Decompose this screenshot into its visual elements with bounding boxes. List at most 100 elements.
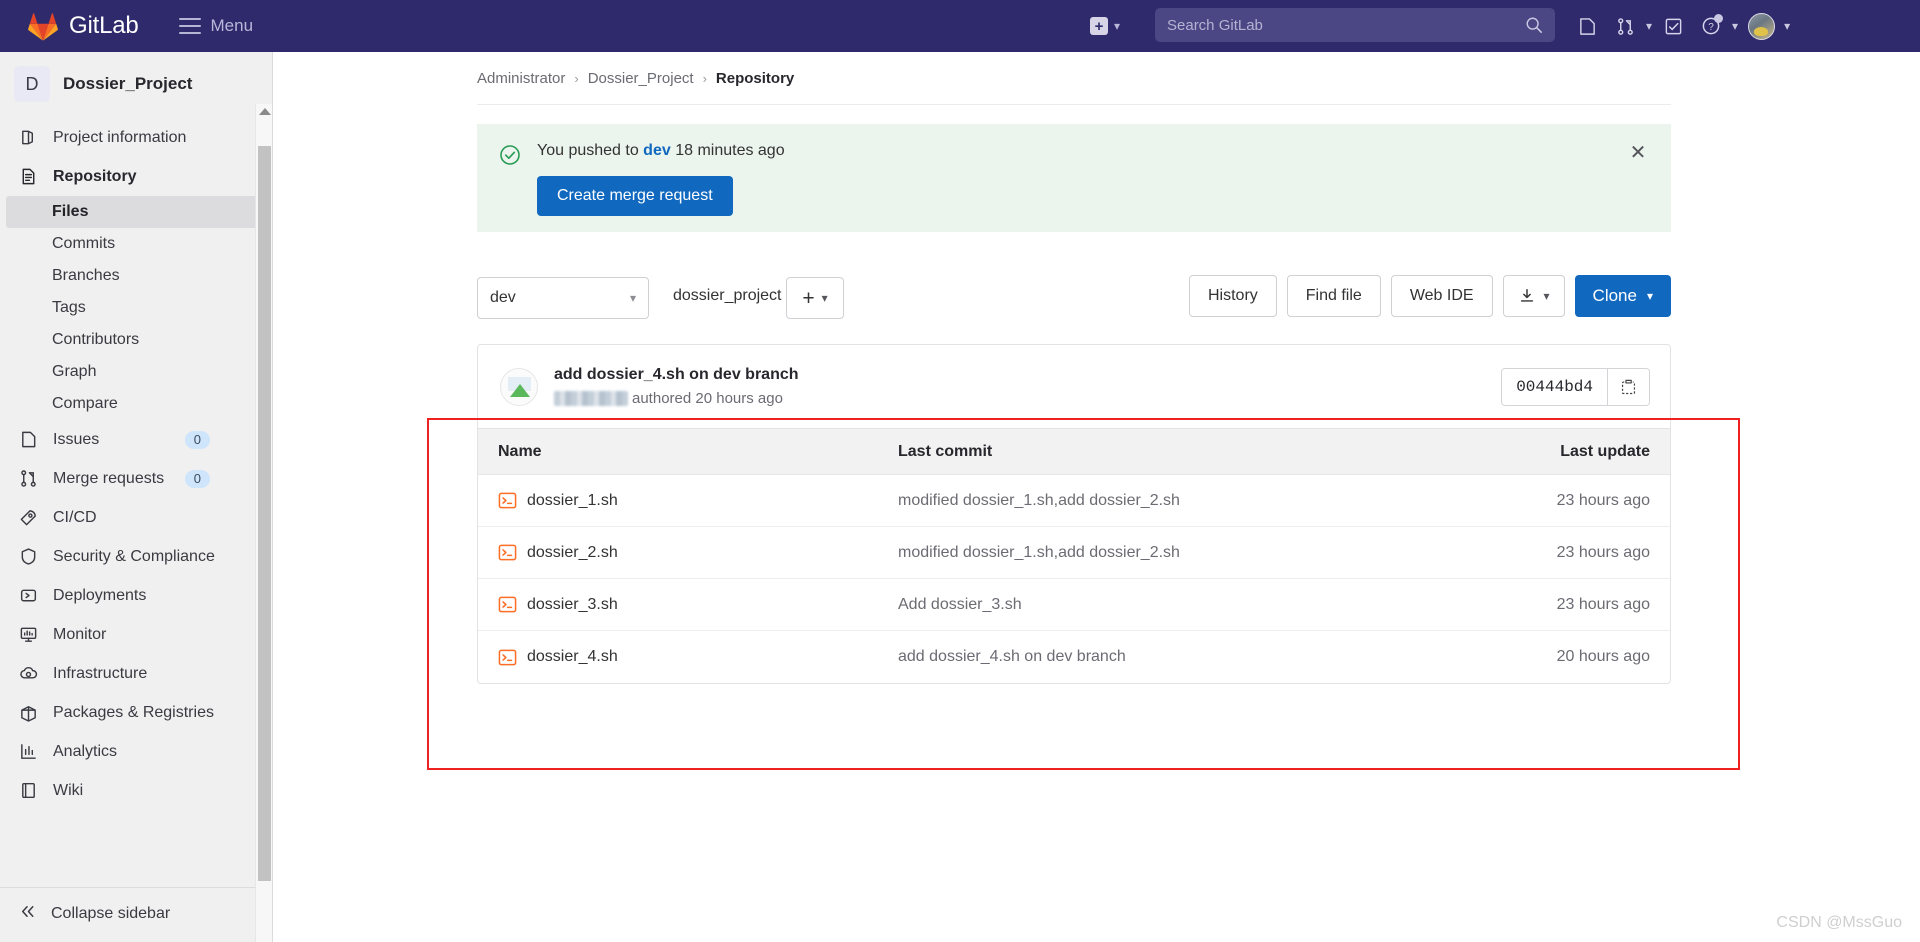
sidebar-item-label: Deployments: [53, 586, 147, 604]
file-last-update: 20 hours ago: [1556, 648, 1650, 665]
table-row[interactable]: dossier_2.sh modified dossier_1.sh,add d…: [478, 527, 1670, 579]
merge-requests-chevron-icon[interactable]: ▾: [1646, 19, 1652, 33]
topnav-actions: ▾ ? ▾ ▾: [1570, 9, 1790, 43]
file-last-commit[interactable]: Add dossier_3.sh: [898, 596, 1450, 614]
clone-label: Clone: [1592, 286, 1637, 305]
merge-requests-icon[interactable]: [1608, 9, 1642, 43]
todos-icon[interactable]: [1656, 9, 1690, 43]
last-commit-card: add dossier_4.sh on dev branch authored …: [477, 344, 1671, 429]
file-name[interactable]: dossier_2.sh: [527, 544, 618, 562]
shield-icon: [18, 546, 39, 567]
repository-toolbar: dev ▾ dossier_project/ + ▾ History Find …: [477, 275, 1671, 325]
search-box[interactable]: [1155, 8, 1555, 42]
sidebar-item-merge-requests[interactable]: Merge requests 0: [0, 459, 272, 498]
sidebar-item-compare[interactable]: Compare: [0, 388, 272, 420]
sidebar-item-label: Issues: [53, 430, 100, 448]
sidebar-item-wiki[interactable]: Wiki: [0, 771, 272, 810]
sidebar-item-deployments[interactable]: Deployments: [0, 576, 272, 615]
sidebar-item-label: Wiki: [53, 781, 84, 799]
file-last-commit[interactable]: modified dossier_1.sh,add dossier_2.sh: [898, 544, 1450, 562]
table-row[interactable]: dossier_4.sh add dossier_4.sh on dev bra…: [478, 631, 1670, 683]
push-alert-text: You pushed to dev 18 minutes ago: [537, 142, 785, 160]
sidebar-item-graph[interactable]: Graph: [0, 356, 272, 388]
history-button[interactable]: History: [1189, 275, 1277, 317]
copy-icon[interactable]: [1607, 368, 1649, 405]
sidebar-item-infrastructure[interactable]: Infrastructure: [0, 654, 272, 693]
help-notification-badge: [1714, 14, 1724, 23]
commit-sha[interactable]: 00444bd4: [1502, 368, 1607, 405]
find-file-button[interactable]: Find file: [1286, 275, 1381, 317]
file-name[interactable]: dossier_3.sh: [527, 596, 618, 614]
gitlab-logo-icon: [28, 12, 58, 41]
issues-icon: [18, 429, 39, 450]
sidebar-project-header[interactable]: D Dossier_Project: [0, 52, 272, 116]
push-alert-banner: You pushed to dev 18 minutes ago Create …: [477, 124, 1671, 232]
gitlab-home-link[interactable]: GitLab: [28, 12, 139, 41]
help-chevron-icon[interactable]: ▾: [1732, 19, 1738, 33]
analytics-icon: [18, 741, 39, 762]
alert-text-before: You pushed to: [537, 142, 644, 159]
commit-message[interactable]: add dossier_4.sh on dev branch: [554, 366, 799, 384]
help-icon[interactable]: ?: [1694, 9, 1728, 43]
sidebar-item-packages-registries[interactable]: Packages & Registries: [0, 693, 272, 732]
watermark: CSDN @MssGuo: [1776, 914, 1902, 931]
branch-selector-value: dev: [490, 289, 516, 306]
sidebar-scrollbar[interactable]: [255, 104, 272, 942]
web-ide-button[interactable]: Web IDE: [1390, 275, 1493, 317]
file-last-commit[interactable]: modified dossier_1.sh,add dossier_2.sh: [898, 492, 1450, 510]
sidebar-item-monitor[interactable]: Monitor: [0, 615, 272, 654]
collapse-sidebar-button[interactable]: Collapse sidebar: [0, 887, 272, 942]
issues-icon[interactable]: [1570, 9, 1604, 43]
file-name[interactable]: dossier_4.sh: [527, 648, 618, 666]
sidebar-item-repository[interactable]: Repository: [0, 157, 272, 196]
menu-label: Menu: [210, 16, 254, 35]
scrollbar-thumb[interactable]: [258, 146, 271, 881]
create-new-dropdown[interactable]: + ▾: [1090, 17, 1120, 35]
clone-button[interactable]: Clone ▾: [1574, 275, 1671, 317]
chevron-down-icon: ▾: [629, 291, 636, 305]
file-last-update: 23 hours ago: [1556, 491, 1650, 509]
path-root-link[interactable]: dossier_project: [673, 287, 782, 304]
rocket-icon: [18, 507, 39, 528]
check-circle-icon: [500, 145, 520, 165]
chevron-down-icon: ▾: [1543, 289, 1550, 303]
repository-icon: [18, 166, 39, 187]
avatar[interactable]: [1742, 9, 1780, 43]
commit-author-avatar: [500, 367, 538, 406]
branch-selector[interactable]: dev ▾: [477, 277, 649, 319]
user-menu-chevron-icon[interactable]: ▾: [1784, 19, 1790, 33]
sidebar-item-branches[interactable]: Branches: [0, 260, 272, 292]
search-input[interactable]: [1167, 16, 1525, 34]
breadcrumb-separator-icon: ›: [574, 71, 579, 86]
sidebar-item-files[interactable]: Files: [6, 196, 260, 228]
sidebar-item-label: Security & Compliance: [53, 547, 215, 565]
sidebar-nav: Project information Repository Files Com…: [0, 116, 272, 810]
sidebar-item-analytics[interactable]: Analytics: [0, 732, 272, 771]
sidebar-item-contributors[interactable]: Contributors: [0, 324, 272, 356]
sidebar-item-ci-cd[interactable]: CI/CD: [0, 498, 272, 537]
sidebar-item-security-compliance[interactable]: Security & Compliance: [0, 537, 272, 576]
shell-script-icon: [498, 596, 517, 613]
sidebar-item-commits[interactable]: Commits: [0, 228, 272, 260]
plus-square-icon: +: [1090, 17, 1108, 35]
create-merge-request-button[interactable]: Create merge request: [537, 176, 733, 216]
sidebar-item-project-information[interactable]: Project information: [0, 118, 272, 157]
file-name[interactable]: dossier_1.sh: [527, 492, 618, 510]
package-icon: [18, 702, 39, 723]
download-source-code-button[interactable]: ▾: [1502, 275, 1565, 317]
add-to-repository-button[interactable]: + ▾: [786, 277, 844, 319]
main-menu-button[interactable]: Menu: [178, 16, 254, 36]
breadcrumb-current: Repository: [715, 70, 795, 87]
sidebar-item-tags[interactable]: Tags: [0, 292, 272, 324]
table-row[interactable]: dossier_1.sh modified dossier_1.sh,add d…: [478, 475, 1670, 527]
alert-branch-link[interactable]: dev: [643, 142, 671, 159]
breadcrumb-item-administrator[interactable]: Administrator: [477, 70, 565, 87]
file-last-commit[interactable]: add dossier_4.sh on dev branch: [898, 648, 1450, 666]
commit-authored-text: authored 20 hours ago: [632, 390, 783, 407]
svg-text:?: ?: [1708, 22, 1714, 33]
close-icon[interactable]: ✕: [1625, 140, 1651, 166]
breadcrumb-item-project[interactable]: Dossier_Project: [588, 70, 694, 87]
scrollbar-up-arrow-icon[interactable]: [259, 108, 271, 115]
sidebar-item-issues[interactable]: Issues 0: [0, 420, 272, 459]
table-row[interactable]: dossier_3.sh Add dossier_3.sh 23 hours a…: [478, 579, 1670, 631]
